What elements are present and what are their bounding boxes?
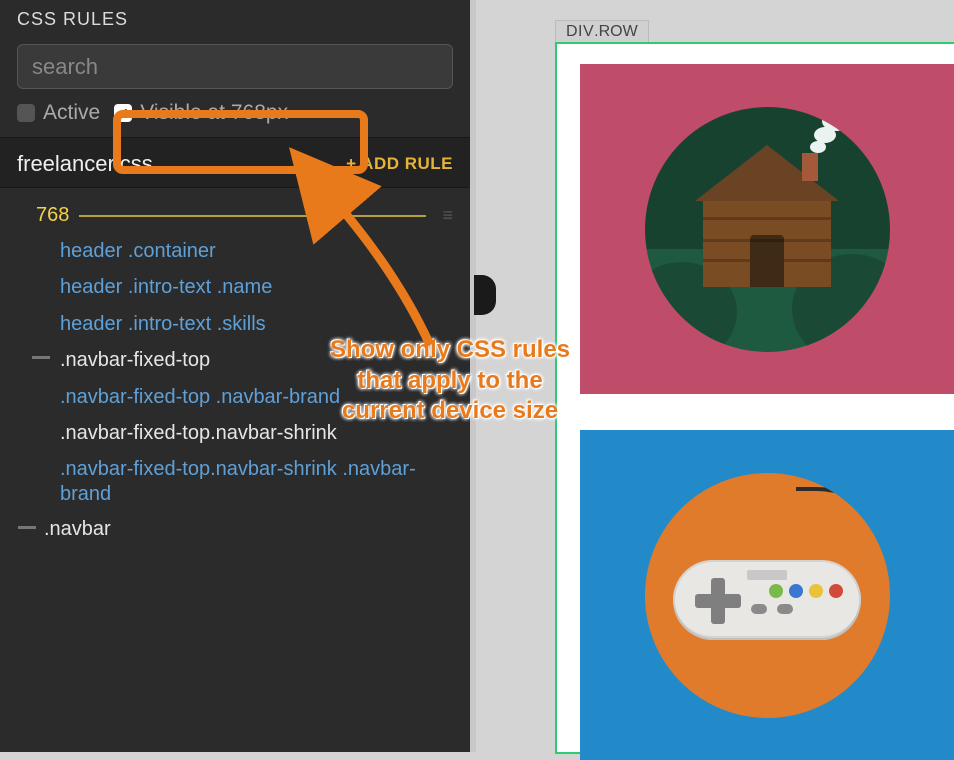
rule-item-root[interactable]: .navbar [0,512,470,547]
portfolio-card[interactable] [580,64,954,394]
annotation-callout: Show only CSS rules that apply to the cu… [290,335,610,427]
gamepad-illustration-icon [645,473,890,718]
callout-line: Show only CSS rules [290,335,610,366]
element-tag-badge: DIV.ROW [555,20,649,44]
checkbox-box-icon: ✓ [114,104,132,122]
search-wrap [0,37,470,97]
breakpoint-value: 768 [36,204,69,227]
tag-name: DIV [566,23,594,40]
rule-item[interactable]: header .intro-text .name [0,269,470,305]
add-rule-button[interactable]: + ADD RULE [346,154,453,174]
active-checkbox[interactable]: Active [17,101,100,125]
rule-item[interactable]: .navbar-fixed-top.navbar-shrink .navbar-… [0,451,470,512]
checkbox-box-icon [17,104,35,122]
callout-line: current device size [290,396,610,427]
file-header: freelancer.css + ADD RULE [0,137,470,188]
active-label: Active [43,101,100,125]
search-input[interactable] [17,44,453,89]
drag-handle-icon[interactable]: ≡ [436,205,453,226]
rule-label: .navbar [20,518,111,540]
breakpoint-line-icon [79,215,426,217]
visible-checkbox[interactable]: ✓ Visible at 768px [114,101,288,125]
tag-class: .ROW [594,23,638,40]
rule-item[interactable]: header .container [0,233,470,269]
callout-line: that apply to the [290,366,610,397]
portfolio-card[interactable] [580,430,954,760]
breakpoint-row[interactable]: 768 ≡ [0,198,470,233]
file-name[interactable]: freelancer.css [17,151,153,177]
cabin-illustration-icon [645,107,890,352]
visible-label: Visible at 768px [140,101,288,125]
panel-title: CSS RULES [0,0,470,37]
filter-row: Active ✓ Visible at 768px [0,97,470,137]
